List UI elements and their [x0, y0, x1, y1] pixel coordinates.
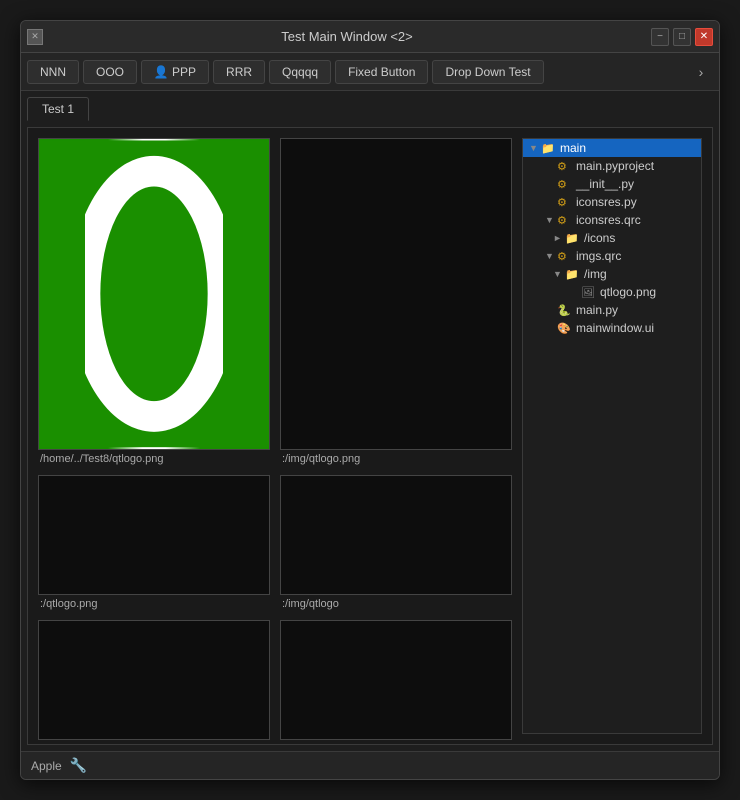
main-panel: /home/../Test8/qtlogo.png :/img/qtlogo.p… — [27, 127, 713, 745]
tree-item-pyproject[interactable]: ⚙ main.pyproject — [523, 157, 701, 175]
toolbar: NNN OOO 👤 PPP RRR Qqqqq Fixed Button Dro… — [21, 53, 719, 91]
tree-item-icons-folder[interactable]: ► 📁 /icons — [523, 229, 701, 247]
image-label-2: :/img/qtlogo.png — [280, 453, 360, 465]
tree-item-init[interactable]: ⚙ __init__.py — [523, 175, 701, 193]
tree-item-mainwindow-ui[interactable]: 🎨 mainwindow.ui — [523, 319, 701, 337]
tree-item-main[interactable]: ▼ 📁 main — [523, 139, 701, 157]
tree-arrow-main: ▼ — [529, 143, 541, 153]
image-box-2 — [280, 138, 512, 450]
content-area: Test 1 — [21, 91, 719, 751]
user-icon: 👤 — [154, 65, 168, 79]
image-box-6 — [280, 620, 512, 740]
image-label-5: :/img/qtlogo — [38, 743, 97, 745]
nnn-button[interactable]: NNN — [27, 60, 79, 84]
tree-item-img-folder[interactable]: ▼ 📁 /img — [523, 265, 701, 283]
window-controls: − □ ✕ — [651, 28, 713, 46]
tree-arrow-icons: ► — [553, 233, 565, 243]
tree-item-main-py[interactable]: 🐍 main.py — [523, 301, 701, 319]
dropdown-test-button[interactable]: Drop Down Test — [432, 60, 543, 84]
image-box-5 — [38, 620, 270, 740]
image-label-6: :/Resources/img/qtlogo.png — [280, 743, 416, 745]
qrc-icon-imgs: ⚙ — [557, 250, 573, 263]
folder-icon-main: 📁 — [541, 142, 557, 155]
ooo-button[interactable]: OOO — [83, 60, 137, 84]
rrr-button[interactable]: RRR — [213, 60, 265, 84]
image-cell-1: /home/../Test8/qtlogo.png — [38, 138, 270, 465]
file-icon-qtlogo: 🖼 — [581, 286, 597, 299]
qqqqq-button[interactable]: Qqqqq — [269, 60, 331, 84]
status-icon: 🔧 — [70, 757, 87, 774]
tree-item-iconsres-qrc[interactable]: ▼ ⚙ iconsres.qrc — [523, 211, 701, 229]
image-cell-2: :/img/qtlogo.png — [280, 138, 512, 465]
image-label-1: /home/../Test8/qtlogo.png — [38, 453, 164, 465]
main-window: ✕ Test Main Window <2> − □ ✕ NNN OOO 👤 P… — [20, 20, 720, 780]
ui-icon-mainwindow: 🎨 — [557, 322, 573, 335]
py-icon-main: 🐍 — [557, 304, 573, 317]
window-title: Test Main Window <2> — [43, 29, 651, 44]
qtlogo-graphic — [39, 139, 269, 449]
tree-arrow-iconsres: ▼ — [545, 215, 557, 225]
tree-item-imgs-qrc[interactable]: ▼ ⚙ imgs.qrc — [523, 247, 701, 265]
image-box-1 — [38, 138, 270, 450]
tree-arrow-img: ▼ — [553, 269, 565, 279]
image-label-4: :/img/qtlogo — [280, 598, 339, 610]
image-box-3 — [38, 475, 270, 595]
fixed-button[interactable]: Fixed Button — [335, 60, 428, 84]
image-cell-6: :/Resources/img/qtlogo.png — [280, 620, 512, 745]
file-tree: ▼ 📁 main ⚙ main.pyproject ⚙ __init__.py — [522, 138, 702, 734]
image-cell-5: :/img/qtlogo — [38, 620, 270, 745]
qrc-icon-pyproject: ⚙ — [557, 160, 573, 173]
tab-test1[interactable]: Test 1 — [27, 97, 89, 121]
minimize-button[interactable]: − — [651, 28, 669, 46]
image-label-3: :/qtlogo.png — [38, 598, 98, 610]
qrc-icon-iconsres: ⚙ — [557, 214, 573, 227]
titlebar-left: ✕ — [27, 29, 43, 45]
image-grid: /home/../Test8/qtlogo.png :/img/qtlogo.p… — [38, 138, 512, 734]
qrc-icon-init: ⚙ — [557, 178, 573, 191]
app-icon: ✕ — [27, 29, 43, 45]
status-label: Apple — [31, 759, 62, 773]
statusbar: Apple 🔧 — [21, 751, 719, 779]
qrc-icon-iconsres-py: ⚙ — [557, 196, 573, 209]
close-button[interactable]: ✕ — [695, 28, 713, 46]
maximize-button[interactable]: □ — [673, 28, 691, 46]
ppp-button[interactable]: 👤 PPP — [141, 60, 209, 84]
image-box-4 — [280, 475, 512, 595]
tree-item-qtlogo-png[interactable]: 🖼 qtlogo.png — [523, 283, 701, 301]
tree-item-iconsres-py[interactable]: ⚙ iconsres.py — [523, 193, 701, 211]
image-cell-3: :/qtlogo.png — [38, 475, 270, 610]
tab-bar: Test 1 — [27, 97, 713, 121]
toolbar-more-arrow[interactable]: › — [689, 60, 713, 84]
image-cell-4: :/img/qtlogo — [280, 475, 512, 610]
folder-icon-icons: 📁 — [565, 232, 581, 245]
titlebar: ✕ Test Main Window <2> − □ ✕ — [21, 21, 719, 53]
folder-icon-img: 📁 — [565, 268, 581, 281]
tree-arrow-imgs: ▼ — [545, 251, 557, 261]
